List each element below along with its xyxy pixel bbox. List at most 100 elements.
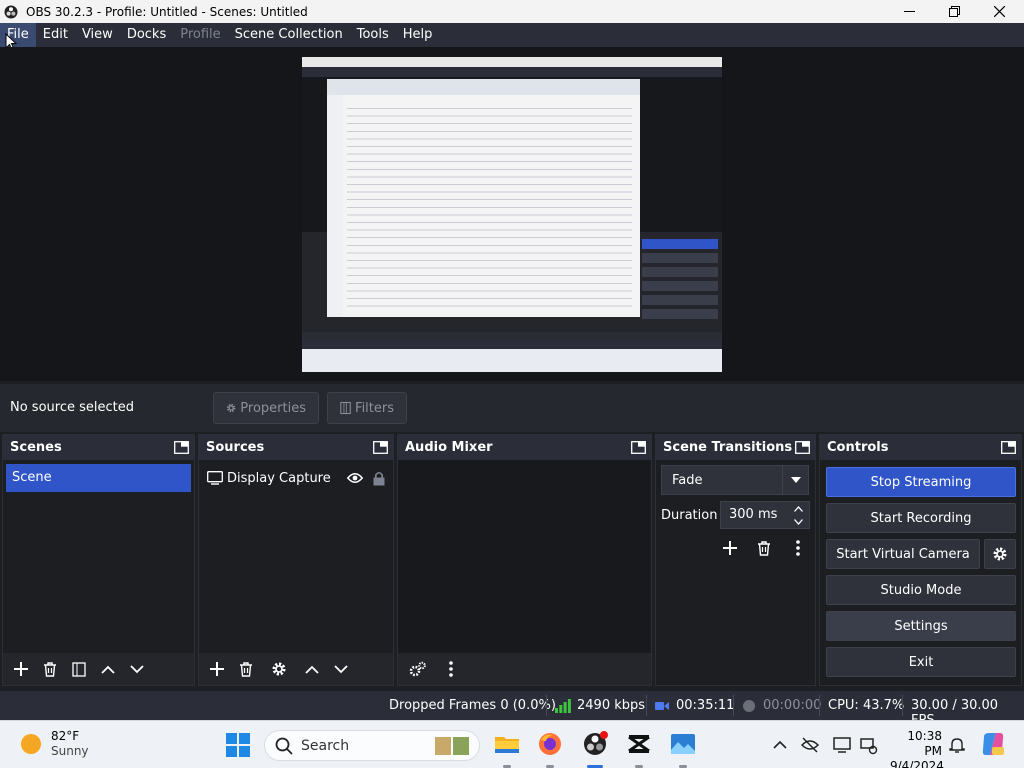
restore-icon <box>948 6 960 17</box>
menu-scene-collection[interactable]: Scene Collection <box>228 23 350 47</box>
unlock-icon[interactable] <box>373 471 385 486</box>
signal-bars-icon <box>555 698 571 713</box>
display-icon[interactable] <box>832 735 852 755</box>
title-bar: OBS 30.2.3 - Profile: Untitled - Scenes:… <box>0 0 1024 23</box>
obs-icon[interactable] <box>582 731 608 757</box>
trash-icon <box>44 661 56 677</box>
streaming-icon <box>655 701 669 710</box>
close-button[interactable] <box>976 0 1022 23</box>
menu-edit[interactable]: Edit <box>36 23 75 47</box>
gear-icon <box>993 547 1007 561</box>
menu-view[interactable]: View <box>75 23 120 47</box>
weather-widget[interactable]: 82°F Sunny <box>20 729 89 759</box>
filters-label: Filters <box>355 400 394 416</box>
status-bar: Dropped Frames 0 (0.0%) 2490 kbps 00:35:… <box>0 691 1024 728</box>
firefox-icon[interactable] <box>537 731 563 757</box>
scenes-dock: Scenes Scene <box>2 434 195 686</box>
remove-source-button[interactable] <box>232 655 260 683</box>
duration-input[interactable]: 300 ms <box>720 501 810 529</box>
capcut-icon[interactable] <box>626 731 652 757</box>
start-virtual-camera-button[interactable]: Start Virtual Camera <box>826 539 980 569</box>
menu-tools[interactable]: Tools <box>350 23 396 47</box>
source-status-label: No source selected <box>10 400 134 415</box>
windows-start-icon[interactable] <box>226 733 250 757</box>
filters-icon <box>72 661 86 677</box>
undock-icon[interactable] <box>631 441 646 454</box>
obs-logo-icon <box>4 5 18 18</box>
exit-button[interactable]: Exit <box>826 647 1016 677</box>
transition-tools <box>716 534 813 562</box>
chevron-up-icon <box>101 665 115 674</box>
clock-date: 9/4/2024 <box>890 759 944 768</box>
plus-icon <box>723 541 737 555</box>
preview-canvas[interactable] <box>302 57 722 372</box>
menu-docks[interactable]: Docks <box>120 23 173 47</box>
duration-value: 300 ms <box>729 507 778 522</box>
sun-icon <box>21 734 41 754</box>
virtual-camera-settings-button[interactable] <box>984 539 1016 569</box>
maximize-button[interactable] <box>931 0 977 23</box>
properties-button[interactable]: Properties <box>213 392 319 424</box>
move-source-up-button[interactable] <box>298 655 326 683</box>
controls-title: Controls <box>827 440 889 455</box>
weather-temperature: 82°F <box>51 729 80 743</box>
minimize-icon <box>903 11 915 12</box>
move-source-down-button[interactable] <box>327 655 355 683</box>
add-transition-button[interactable] <box>716 534 744 562</box>
stop-streaming-button[interactable]: Stop Streaming <box>826 467 1016 497</box>
preview-task-manager <box>327 79 640 317</box>
preview-inner-controls <box>640 235 720 330</box>
preview-inner-status <box>302 339 722 348</box>
file-explorer-icon[interactable] <box>494 731 520 757</box>
search-highlight-icon <box>435 737 469 755</box>
eye-off-icon[interactable] <box>800 735 820 755</box>
undock-icon[interactable] <box>174 441 189 454</box>
undock-icon[interactable] <box>795 441 810 454</box>
undock-icon[interactable] <box>1001 441 1016 454</box>
source-list-item[interactable]: Display Capture <box>207 464 385 492</box>
add-source-button[interactable] <box>203 655 231 683</box>
audio-advanced-properties-button[interactable] <box>404 655 432 683</box>
properties-label: Properties <box>240 400 306 416</box>
taskbar-search[interactable]: Search <box>264 730 480 761</box>
chevron-up-icon[interactable] <box>770 735 790 755</box>
eye-icon[interactable] <box>347 472 363 484</box>
photos-icon[interactable] <box>670 731 696 757</box>
source-properties-button[interactable] <box>265 655 293 683</box>
settings-button[interactable]: Settings <box>826 611 1016 641</box>
gear-icon <box>226 403 236 413</box>
chevron-down-icon <box>130 664 144 673</box>
filters-button[interactable]: Filters <box>327 392 407 424</box>
controls-dock: Controls Stop Streaming Start Recording … <box>819 434 1022 686</box>
record-time: 00:00:00 <box>763 698 822 713</box>
remove-transition-button[interactable] <box>750 534 778 562</box>
network-icon[interactable] <box>858 735 878 755</box>
taskbar-clock[interactable]: 10:38 PM 9/4/2024 <box>890 729 944 768</box>
transition-select[interactable]: Fade <box>661 465 809 495</box>
spin-down-icon[interactable] <box>793 518 803 525</box>
minimize-button[interactable] <box>886 0 932 23</box>
spin-up-icon[interactable] <box>793 505 803 512</box>
filters-icon <box>340 401 351 415</box>
move-scene-up-button[interactable] <box>94 655 122 683</box>
notification-bell-icon[interactable] <box>947 735 967 755</box>
scene-filters-button[interactable] <box>65 655 93 683</box>
menu-help[interactable]: Help <box>396 23 440 47</box>
menu-profile[interactable]: Profile <box>173 23 227 47</box>
studio-mode-button[interactable]: Studio Mode <box>826 575 1016 605</box>
audio-menu-button[interactable] <box>437 655 465 683</box>
record-dot-icon <box>743 699 755 712</box>
clock-time: 10:38 PM <box>907 729 942 758</box>
copilot-icon[interactable] <box>980 731 1006 757</box>
undock-icon[interactable] <box>373 441 388 454</box>
monitor-icon <box>207 471 223 485</box>
plus-icon <box>210 662 224 676</box>
scenes-title: Scenes <box>10 440 62 455</box>
plus-icon <box>14 662 28 676</box>
add-scene-button[interactable] <box>7 655 35 683</box>
move-scene-down-button[interactable] <box>123 655 151 683</box>
scene-list-item[interactable]: Scene <box>6 464 191 492</box>
start-recording-button[interactable]: Start Recording <box>826 503 1016 533</box>
transition-menu-button[interactable] <box>784 534 812 562</box>
remove-scene-button[interactable] <box>36 655 64 683</box>
